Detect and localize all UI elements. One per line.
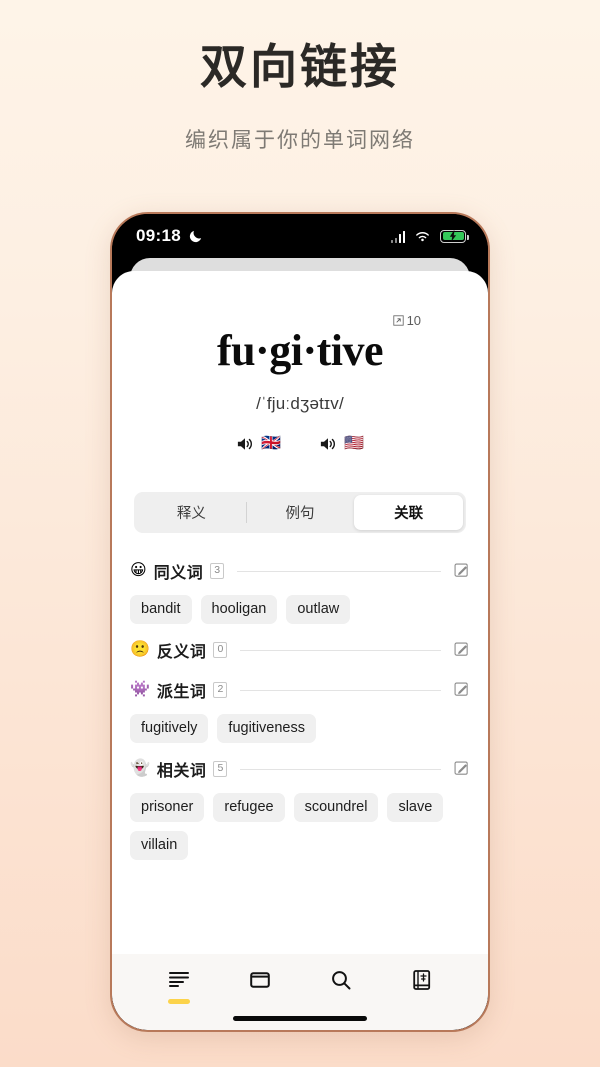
relation-section-derivatives: 👾 派生词 2 fugitively fugitiveness xyxy=(130,678,470,743)
battery-charging-icon xyxy=(440,229,469,243)
relation-header: 👾 派生词 2 xyxy=(130,678,470,702)
list-lines-icon xyxy=(168,972,189,987)
lightning-bolt-icon xyxy=(449,230,457,242)
flag-us-icon: 🇺🇸 xyxy=(344,435,364,452)
relation-header: 😀 同义词 3 xyxy=(130,559,470,583)
word-chip[interactable]: fugitively xyxy=(130,714,209,743)
relation-title: 反义词 xyxy=(156,644,207,661)
divider xyxy=(240,689,441,691)
tab-definitions[interactable]: 释义 xyxy=(137,495,246,530)
phonetic-transcription: /ˈfjuːdʒətɪv/ xyxy=(256,394,344,413)
divider xyxy=(237,570,441,572)
nav-item-list[interactable] xyxy=(151,968,207,1004)
audio-uk-button[interactable]: 🇬🇧 xyxy=(236,436,281,452)
nav-items xyxy=(112,968,488,1004)
dictionary-book-icon xyxy=(412,970,430,990)
relations-list: 😀 同义词 3 bandit hooligan outlaw 🙁 反义词 0 👾… xyxy=(112,533,488,954)
nav-item-cards[interactable] xyxy=(232,968,288,1004)
relation-header: 🙁 反义词 0 xyxy=(130,638,470,662)
edit-icon[interactable] xyxy=(454,682,470,698)
grinning-face-icon: 😀 xyxy=(130,562,147,579)
relation-title: 相关词 xyxy=(156,763,207,780)
flag-uk-icon: 🇬🇧 xyxy=(261,435,281,452)
word-chip[interactable]: fugitiveness xyxy=(217,714,316,743)
relation-section-synonyms: 😀 同义词 3 bandit hooligan outlaw xyxy=(130,559,470,624)
relation-count: 0 xyxy=(213,641,228,659)
relation-count: 2 xyxy=(213,681,228,699)
relation-header: 👻 相关词 5 xyxy=(130,757,470,781)
external-link-icon xyxy=(392,315,404,326)
word-chip[interactable]: villain xyxy=(130,831,189,860)
card-stack: fu·gi·tive 10 /ˈfjuːdʒətɪv/ 🇬🇧 🇺🇸 释义 例句 … xyxy=(112,258,488,1030)
link-count-value: 10 xyxy=(406,313,422,328)
speaker-icon xyxy=(320,438,335,450)
word-chip[interactable]: refugee xyxy=(213,793,285,822)
audio-row: 🇬🇧 🇺🇸 xyxy=(136,436,464,452)
relation-chips: fugitively fugitiveness xyxy=(130,714,470,743)
moon-icon xyxy=(189,230,202,242)
nav-item-search[interactable] xyxy=(313,968,369,1004)
relation-title: 派生词 xyxy=(156,684,207,701)
tabs-container: 释义 例句 关联 xyxy=(134,492,466,533)
tab-relations[interactable]: 关联 xyxy=(354,495,464,530)
word-card: fu·gi·tive 10 /ˈfjuːdʒətɪv/ 🇬🇧 🇺🇸 释义 例句 … xyxy=(112,271,488,1030)
speaker-icon xyxy=(237,438,253,450)
word-chip[interactable]: prisoner xyxy=(130,793,205,822)
nav-item-dictionary[interactable] xyxy=(394,968,450,1004)
word-chip[interactable]: scoundrel xyxy=(293,793,379,822)
frowning-face-icon: 🙁 xyxy=(130,641,150,658)
headword-line: fu·gi·tive 10 xyxy=(216,313,421,375)
word-chip[interactable]: outlaw xyxy=(286,595,351,624)
signal-bars-icon xyxy=(390,230,405,243)
wifi-icon xyxy=(416,231,429,241)
status-bar-clock: 09:18 xyxy=(136,226,181,245)
relation-chips: bandit hooligan outlaw xyxy=(130,595,470,624)
edit-icon[interactable] xyxy=(454,563,470,579)
status-bar: 09:18 xyxy=(112,214,488,258)
page-subtitle: 编织属于你的单词网络 xyxy=(185,129,415,153)
tab-examples[interactable]: 例句 xyxy=(245,495,355,530)
word-chip[interactable]: bandit xyxy=(130,595,192,624)
relation-section-antonyms: 🙁 反义词 0 xyxy=(130,638,470,662)
divider xyxy=(240,649,441,651)
tab-bar: 释义 例句 关联 xyxy=(134,492,466,533)
home-indicator[interactable] xyxy=(233,1016,367,1021)
phone-frame: 09:18 fu·gi·tive 10 /ˈfjuːdʒətɪv/ 🇬🇧 🇺🇸 … xyxy=(110,212,490,1032)
relation-chips: prisoner refugee scoundrel slave villain xyxy=(130,793,470,860)
phone-mockup: 09:18 fu·gi·tive 10 /ˈfjuːdʒətɪv/ 🇬🇧 🇺🇸 … xyxy=(110,212,490,1032)
status-bar-right xyxy=(390,229,469,243)
alien-monster-icon: 👾 xyxy=(130,681,150,698)
relation-count: 3 xyxy=(210,562,225,580)
ghost-icon: 👻 xyxy=(130,760,150,777)
edit-icon[interactable] xyxy=(454,642,470,658)
edit-icon[interactable] xyxy=(454,761,470,777)
word-chip[interactable]: hooligan xyxy=(200,595,278,624)
audio-us-button[interactable]: 🇺🇸 xyxy=(319,436,364,452)
headword: fu·gi·tive xyxy=(216,326,384,375)
divider xyxy=(240,768,441,770)
phone-screen: 09:18 fu·gi·tive 10 /ˈfjuːdʒətɪv/ 🇬🇧 🇺🇸 … xyxy=(112,214,488,1030)
relation-count: 5 xyxy=(213,760,228,778)
page-title: 双向链接 xyxy=(200,40,400,93)
relation-title: 同义词 xyxy=(153,565,204,582)
bottom-navigation xyxy=(112,954,488,1030)
word-header: fu·gi·tive 10 /ˈfjuːdʒətɪv/ 🇬🇧 🇺🇸 xyxy=(112,271,488,452)
nav-active-indicator xyxy=(167,999,190,1004)
relation-section-related: 👻 相关词 5 prisoner refugee scoundrel slave… xyxy=(130,757,470,860)
search-icon xyxy=(331,971,350,990)
status-bar-left: 09:18 xyxy=(136,226,203,246)
word-chip[interactable]: slave xyxy=(387,793,444,822)
card-square-icon xyxy=(249,972,270,988)
promo-header: 双向链接 编织属于你的单词网络 xyxy=(0,0,600,154)
link-count-badge[interactable]: 10 xyxy=(392,313,422,328)
